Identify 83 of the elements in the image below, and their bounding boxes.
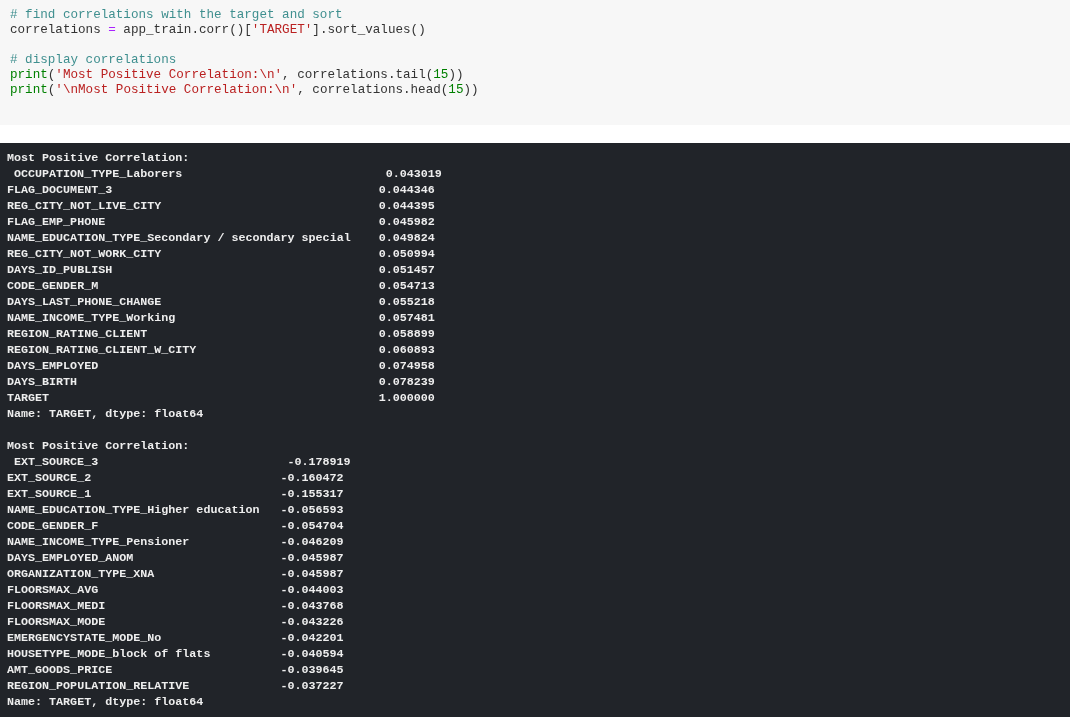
series-value: 0.049824 (378, 231, 435, 245)
series-label: FLOORSMAX_MEDI (7, 599, 106, 613)
series-label: DAYS_EMPLOYED_ANOM (7, 551, 134, 565)
output-heading: Most Positive Correlation: (7, 438, 191, 454)
code-token: ( (47, 68, 56, 82)
series-label: OCCUPATION_TYPE_Laborers (14, 167, 183, 181)
series-label: DAYS_EMPLOYED (7, 359, 99, 373)
series-value: -0.039645 (280, 663, 344, 677)
series-value: 1.000000 (378, 391, 435, 405)
series-value: -0.040594 (280, 647, 344, 661)
code-token: , correlations.head( (297, 83, 449, 97)
series-label: FLAG_EMP_PHONE (7, 215, 106, 229)
series-label: EXT_SOURCE_2 (7, 471, 92, 485)
output-footer: Name: TARGET, dtype: float64 (7, 406, 1063, 422)
series-label: REGION_RATING_CLIENT_W_CITY (7, 343, 197, 357)
series-label: TARGET (7, 391, 50, 405)
series-label: REGION_RATING_CLIENT (7, 327, 148, 341)
series-label: EXT_SOURCE_3 (14, 455, 99, 469)
series-label: REGION_POPULATION_RELATIVE (7, 679, 190, 693)
series-label: CODE_GENDER_M (7, 279, 99, 293)
code-token: , correlations.tail( (282, 68, 434, 82)
series-value: -0.043226 (280, 615, 344, 629)
series-label: HOUSETYPE_MODE_block of flats (7, 647, 211, 661)
series-value: -0.054704 (280, 519, 344, 533)
code-token: 'Most Positive Correlation:\n' (55, 68, 283, 82)
series-value: 0.050994 (378, 247, 435, 261)
code-token: 15 (448, 83, 464, 97)
code-token: app_train.corr()[ (122, 23, 252, 37)
series-label: DAYS_ID_PUBLISH (7, 263, 113, 277)
series-value: 0.043019 (385, 167, 442, 181)
series-value: -0.155317 (280, 487, 344, 501)
series-value: 0.055218 (378, 295, 435, 309)
series-label: REG_CITY_NOT_LIVE_CITY (7, 199, 162, 213)
code-token: print (10, 83, 48, 97)
code-token: correlations (10, 23, 102, 37)
code-token: 15 (433, 68, 449, 82)
series-label: DAYS_LAST_PHONE_CHANGE (7, 295, 162, 309)
series-value: 0.054713 (378, 279, 435, 293)
code-token: = (108, 23, 116, 37)
series-value: 0.078239 (378, 375, 435, 389)
code-token: # find correlations with the target and sort (10, 8, 343, 22)
series-value: 0.044395 (378, 199, 435, 213)
series-value: -0.046209 (280, 535, 344, 549)
series-value: -0.160472 (280, 471, 344, 485)
series-label: NAME_EDUCATION_TYPE_Secondary / secondary special (7, 231, 351, 245)
series-label: FLOORSMAX_AVG (7, 583, 99, 597)
code-token: # display correlations (10, 53, 177, 67)
code-token: '\nMost Positive Correlation:\n' (55, 83, 298, 97)
series-label: EMERGENCYSTATE_MODE_No (7, 631, 162, 645)
code-token: print (10, 68, 48, 82)
series-label: NAME_INCOME_TYPE_Working (7, 311, 176, 325)
code-token: )) (463, 83, 479, 97)
output-footer: Name: TARGET, dtype: float64 (7, 694, 1063, 710)
code-token: )) (448, 68, 464, 82)
series-value: -0.045987 (280, 567, 344, 581)
series-label: REG_CITY_NOT_WORK_CITY (7, 247, 162, 261)
series-value: -0.042201 (280, 631, 344, 645)
series-value: -0.037227 (280, 679, 344, 693)
series-value: 0.060893 (378, 343, 435, 357)
series-value: -0.043768 (280, 599, 344, 613)
series-label: DAYS_BIRTH (7, 375, 78, 389)
series-value: -0.045987 (280, 551, 344, 565)
series-label: AMT_GOODS_PRICE (7, 663, 113, 677)
series-value: 0.044346 (378, 183, 435, 197)
series-value: 0.058899 (378, 327, 435, 341)
series-label: FLAG_DOCUMENT_3 (7, 183, 113, 197)
series-label: FLOORSMAX_MODE (7, 615, 106, 629)
code-token: 'TARGET' (251, 23, 313, 37)
series-label: CODE_GENDER_F (7, 519, 99, 533)
series-value: 0.045982 (378, 215, 435, 229)
series-value: -0.178919 (287, 455, 351, 469)
code-token: ].sort_values() (312, 23, 426, 37)
series-value: 0.074958 (378, 359, 435, 373)
series-label: ORGANIZATION_TYPE_XNA (7, 567, 155, 581)
series-label: NAME_EDUCATION_TYPE_Higher education (7, 503, 260, 517)
series-label: EXT_SOURCE_1 (7, 487, 92, 501)
series-value: -0.056593 (280, 503, 344, 517)
series-label: NAME_INCOME_TYPE_Pensioner (7, 535, 190, 549)
series-value: -0.044003 (280, 583, 344, 597)
output-heading: Most Positive Correlation: (7, 150, 191, 166)
series-value: 0.051457 (378, 263, 435, 277)
series-value: 0.057481 (378, 311, 435, 325)
code-token: ( (47, 83, 56, 97)
